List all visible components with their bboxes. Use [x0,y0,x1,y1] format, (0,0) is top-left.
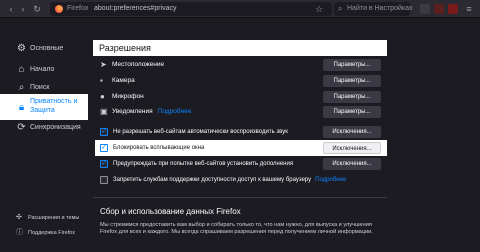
sidebar-item-label: Начало [30,66,55,73]
permissions-heading: Разрешения [93,40,387,56]
section-divider [93,197,387,198]
sidebar-item-label: Основные [30,45,64,52]
autoplay-checkbox[interactable]: ✓ [100,128,108,136]
data-collection-description: Мы стремимся предоставить вам выбор и со… [100,222,373,235]
camera-settings-button[interactable]: Параметры... [323,75,381,87]
url-text[interactable]: about:preferences#privacy [94,4,177,14]
extension-icon[interactable] [448,4,458,14]
permission-label: Микрофон [112,93,144,100]
permission-label: Уведомления Подробнее [112,108,191,116]
sidebar-item-label: Приватность и Защита [30,98,78,114]
checkbox-label: Предупреждать при попытке веб-сайтов уст… [113,161,294,167]
sidebar-footer-label: Поддержка Firefox [28,230,76,236]
notifications-settings-button[interactable]: Параметры... [323,106,381,118]
addon-exceptions-button[interactable]: Исключения... [323,158,381,170]
reload-icon[interactable]: ↻ [32,4,42,14]
notification-icon: ▣ [100,107,108,116]
learn-more-link[interactable]: Подробнее [315,177,346,183]
search-placeholder: Найти в Настройках [347,5,413,12]
lock-icon: 🔒︎ [18,102,25,113]
library-icon[interactable] [420,4,430,14]
sidebar-link-addons[interactable]: ✣ Расширения и темы [16,213,96,223]
firefox-logo-icon [55,5,63,13]
accessibility-checkbox[interactable] [100,176,108,184]
sidebar-link-support[interactable]: ⓘ Поддержка Firefox [16,228,96,238]
permission-label: Местоположение [112,61,165,68]
search-icon: ⌕ [18,82,25,93]
checkbox-label: Запретить службам поддержки доступности … [113,176,346,184]
block-popups-row: ✓ Блокировать всплывающие окна Исключени… [95,140,387,156]
sidebar-item-sync[interactable]: ⟳ Синхронизация [0,117,88,139]
checkbox-label: Блокировать всплывающие окна [113,145,205,151]
preferences-search-input[interactable]: ⌕ Найти в Настройках [334,2,413,16]
popups-exceptions-button[interactable]: Исключения... [323,142,381,154]
sidebar-item-label: Поиск [30,84,50,91]
permission-label: Камера [112,77,135,84]
puzzle-icon: ✣ [16,214,22,221]
menu-icon[interactable]: ≡ [464,4,474,14]
sync-icon: ⟳ [17,122,26,133]
forward-icon[interactable]: › [18,4,28,14]
section-title: Разрешения [99,43,151,53]
sidebar-footer-label: Расширения и темы [28,215,80,221]
help-icon: ⓘ [16,229,23,236]
learn-more-link[interactable]: Подробнее [158,108,192,115]
notifications-label: Уведомления [112,108,153,115]
home-icon: ⌂ [18,64,25,75]
autoplay-exceptions-button[interactable]: Исключения... [323,126,381,138]
gear-icon: ⚙ [17,43,26,54]
camera-icon: ▪ [100,76,103,85]
accessibility-row: Запретить службам поддержки доступности … [100,174,390,186]
sidebar-item-general[interactable]: ⚙ Основные [0,38,88,60]
browser-toolbar: ‹ › ↻ Firefox about:preferences#privacy … [0,0,480,18]
accessibility-label: Запретить службам поддержки доступности … [113,177,312,183]
checkbox-label: Не разрешать веб-сайтам автоматически во… [113,129,288,135]
browser-brand-label: Firefox [67,5,89,12]
back-icon[interactable]: ‹ [6,4,16,14]
extension-icon[interactable] [434,4,444,14]
microphone-icon: ● [100,92,105,101]
location-icon: ➤ [100,60,107,69]
search-icon: ⌕ [338,4,343,13]
data-collection-heading: Сбор и использование данных Firefox [100,207,241,216]
bookmark-star-icon[interactable]: ☆ [314,4,324,14]
block-popups-checkbox[interactable]: ✓ [100,144,108,152]
sidebar-item-label: Синхронизация [30,124,81,131]
location-settings-button[interactable]: Параметры... [323,59,381,71]
microphone-settings-button[interactable]: Параметры... [323,91,381,103]
addon-warning-checkbox[interactable]: ✓ [100,160,108,168]
url-bar[interactable]: Firefox about:preferences#privacy ☆ [50,2,332,16]
